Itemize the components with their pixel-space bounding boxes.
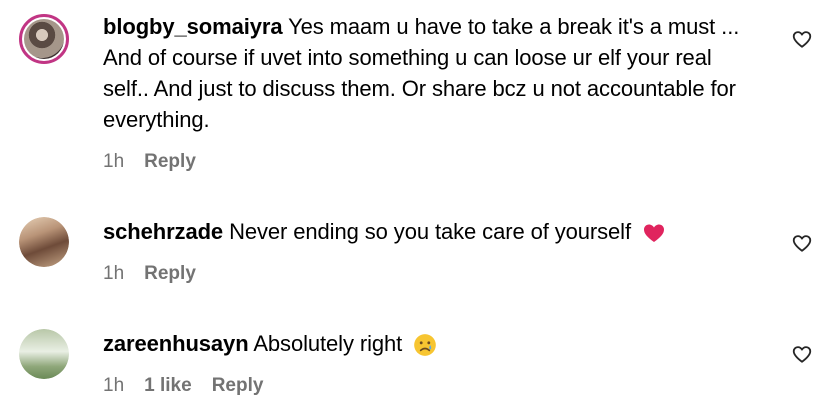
comment-item: zareenhusayn Absolutely right 1h 1 like … — [0, 300, 821, 405]
timestamp: 1h — [103, 151, 125, 172]
timestamp: 1h — [103, 375, 125, 396]
red-heart-emoji-icon — [644, 224, 664, 243]
reply-button[interactable]: Reply — [144, 263, 196, 285]
heart-icon[interactable] — [791, 343, 813, 365]
crying-face-emoji-icon — [414, 334, 437, 357]
likes-count[interactable]: 1 like — [144, 375, 192, 397]
avatar-image — [19, 329, 69, 379]
reply-button[interactable]: Reply — [212, 375, 264, 397]
avatar-image — [24, 19, 64, 59]
comment-text: zareenhusayn Absolutely right — [103, 328, 763, 359]
comment-meta: 1h 1 like Reply — [103, 375, 263, 397]
comment-message: Never ending so you take care of yoursel… — [229, 219, 631, 244]
comment-item: schehrzade Never ending so you take care… — [0, 190, 821, 300]
timestamp: 1h — [103, 263, 125, 284]
comment-text: blogby_somaiyra Yes maam u have to take … — [103, 11, 763, 135]
username[interactable]: blogby_somaiyra — [103, 14, 283, 39]
reply-button[interactable]: Reply — [144, 151, 196, 173]
avatar[interactable] — [19, 14, 69, 64]
avatar-image — [19, 217, 69, 267]
comment-meta: 1h Reply — [103, 151, 196, 173]
username[interactable]: schehrzade — [103, 219, 223, 244]
heart-icon[interactable] — [791, 28, 813, 50]
avatar[interactable] — [19, 217, 69, 267]
comment-meta: 1h Reply — [103, 263, 196, 285]
username[interactable]: zareenhusayn — [103, 331, 249, 356]
comment-text: schehrzade Never ending so you take care… — [103, 216, 763, 247]
avatar[interactable] — [19, 329, 69, 379]
comment-message: Absolutely right — [253, 331, 403, 356]
comment-item: blogby_somaiyra Yes maam u have to take … — [0, 0, 821, 190]
heart-icon[interactable] — [791, 232, 813, 254]
